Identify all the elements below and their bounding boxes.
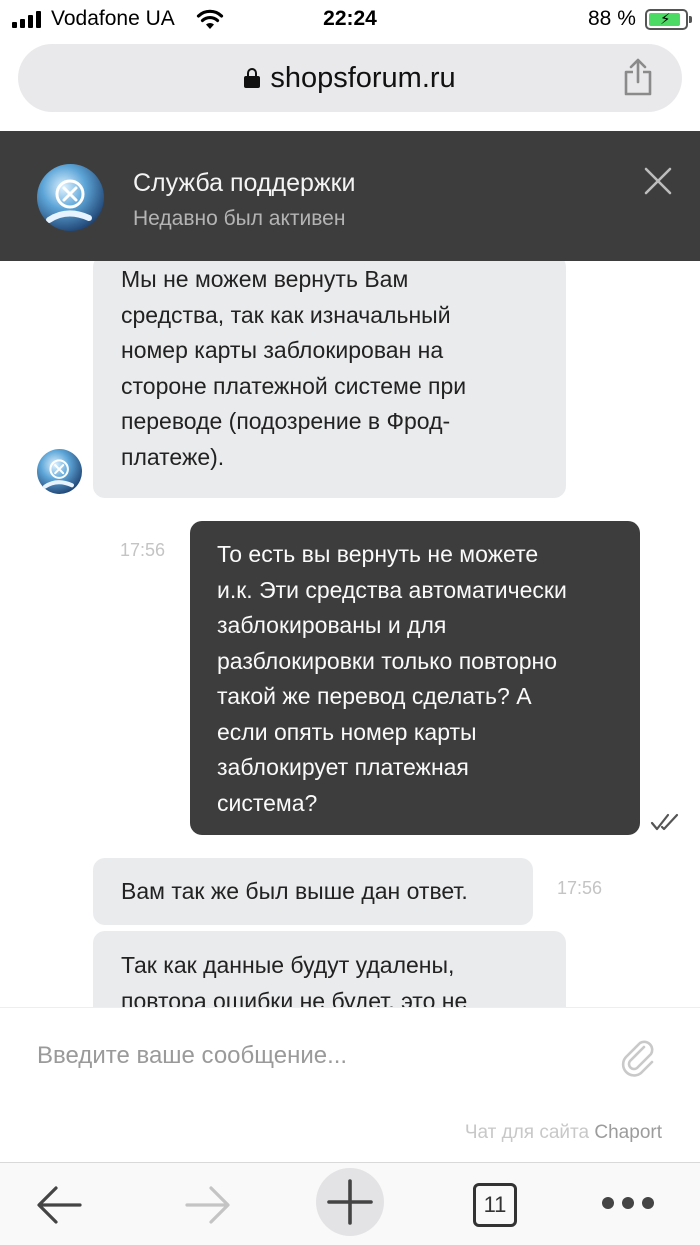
more-icon[interactable]: [602, 1197, 654, 1209]
chat-header: Служба поддержки Недавно был активен: [0, 131, 700, 261]
support-avatar-small: [37, 449, 82, 494]
share-icon[interactable]: [623, 58, 653, 96]
message-input[interactable]: Введите ваше сообщение...: [37, 1042, 347, 1070]
double-check-icon: [650, 813, 679, 831]
forward-arrow-icon[interactable]: [183, 1183, 231, 1227]
message-line: система?: [217, 789, 318, 816]
paperclip-icon[interactable]: [620, 1038, 658, 1078]
message-line: стороне платежной системе при: [121, 372, 467, 399]
new-tab-button[interactable]: [316, 1168, 384, 1236]
battery-percentage: 88 %: [588, 7, 636, 30]
lock-icon: [244, 68, 261, 88]
address-bar[interactable]: shopsforum.ru: [18, 44, 682, 112]
message-line: переводе (подозрение в Фрод-: [121, 408, 451, 434]
message-line: разблокировки только повторно: [217, 647, 558, 674]
message-line: такой же перевод сделать? А: [217, 683, 532, 709]
battery-icon: ⚡: [645, 9, 692, 30]
charging-bolt-icon: ⚡: [660, 11, 671, 28]
message-line: если опять номер карты: [217, 718, 477, 745]
powered-by-prefix: Чат для сайта: [464, 1122, 590, 1143]
message-line: Так как данные будут удалены,: [121, 952, 455, 978]
support-avatar: [37, 164, 104, 231]
message-line: номер карты заблокирован на: [121, 337, 444, 363]
close-icon[interactable]: [641, 164, 675, 198]
composer: Введите ваше сообщение... Чат для сайта …: [0, 1007, 700, 1162]
message-incoming: Мы не можем вернуть Вам средства, так ка…: [93, 261, 566, 498]
message-time: 17:56: [120, 540, 166, 560]
message-line: То есть вы вернуть не можете: [217, 541, 539, 567]
chat-title: Служба поддержки: [133, 169, 356, 197]
status-bar: Vodafone UA 22:24 88 % ⚡: [0, 0, 700, 40]
message-incoming: Вам так же был выше дан ответ.: [93, 858, 533, 925]
message-line: заблокирует платежная: [217, 754, 469, 780]
plus-icon: [327, 1179, 373, 1225]
message-line: платеже).: [121, 443, 225, 470]
message-line: и.к. Эти средства автоматически: [217, 576, 567, 603]
message-line: заблокированы и для: [217, 612, 447, 638]
message-time: 17:56: [557, 878, 603, 898]
message-line: средства, так как изначальный: [121, 301, 451, 328]
message-line: Мы не можем вернуть Вам: [121, 266, 409, 292]
powered-by[interactable]: Чат для сайта Chaport: [465, 1122, 662, 1144]
chat-status: Недавно был активен: [133, 207, 346, 230]
message-incoming: Так как данные будут удалены, повтора ош…: [93, 931, 566, 1007]
tabs-button[interactable]: 11: [473, 1183, 517, 1227]
message-line: Вам так же был выше дан ответ.: [121, 878, 468, 904]
message-line: повтора ошибки не будет, это не: [121, 987, 468, 1008]
back-arrow-icon[interactable]: [36, 1183, 84, 1227]
message-outgoing: То есть вы вернуть не можете и.к. Эти ср…: [190, 521, 640, 835]
browser-toolbar: 11: [0, 1162, 700, 1245]
powered-by-brand: Chaport: [594, 1122, 662, 1143]
message-list[interactable]: Мы не можем вернуть Вам средства, так ка…: [0, 261, 700, 1007]
url-text: shopsforum.ru: [270, 62, 456, 94]
